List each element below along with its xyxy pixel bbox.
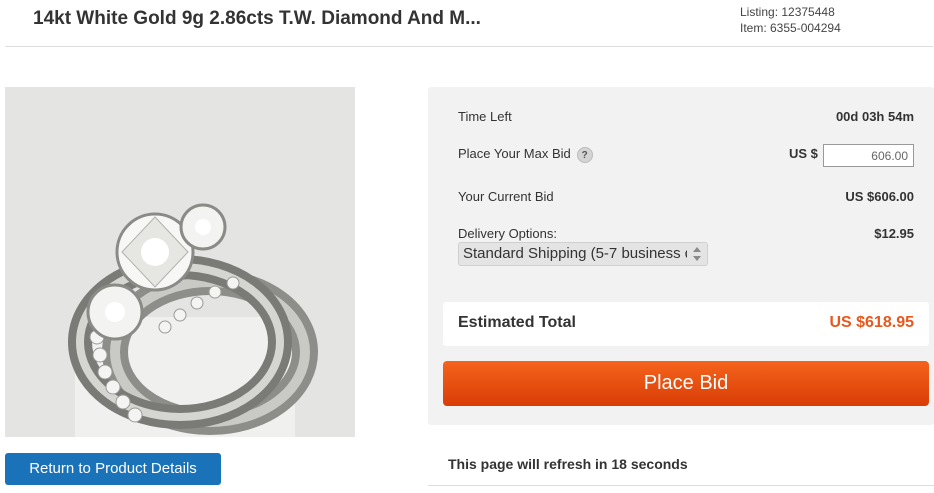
refresh-notice: This page will refresh in 18 seconds xyxy=(448,456,688,472)
estimated-total-label: Estimated Total xyxy=(458,314,576,331)
max-bid-label: Place Your Max Bid xyxy=(458,146,571,161)
question-mark-icon[interactable]: ? xyxy=(576,146,593,163)
delivery-selected-value: Standard Shipping (5-7 business d xyxy=(463,245,694,262)
delivery-options-label: Delivery Options: xyxy=(458,226,557,241)
footer-divider xyxy=(428,485,934,486)
max-bid-input[interactable] xyxy=(823,144,914,167)
bid-panel: Time Left 00d 03h 54m Place Your Max Bid… xyxy=(428,87,934,425)
time-left-label: Time Left xyxy=(458,109,512,124)
listing-number: Listing: 12375448 xyxy=(740,5,835,19)
listing-meta: Listing: 12375448 Item: 6355-004294 xyxy=(740,4,841,36)
time-left-value: 00d 03h 54m xyxy=(835,109,914,124)
delivery-cost: $12.95 xyxy=(874,226,914,241)
return-to-product-details-button[interactable]: Return to Product Details xyxy=(5,453,221,485)
header-divider xyxy=(5,46,933,47)
currency-label: US $ xyxy=(789,146,818,161)
place-bid-button[interactable]: Place Bid xyxy=(443,361,929,406)
ring-image xyxy=(5,87,355,437)
estimated-total-value: US $618.95 xyxy=(829,314,914,331)
item-number: Item: 6355-004294 xyxy=(740,21,841,35)
select-arrows-icon xyxy=(687,243,707,265)
product-title: 14kt White Gold 9g 2.86cts T.W. Diamond … xyxy=(33,8,481,29)
max-bid-row: Place Your Max Bid? xyxy=(458,146,593,163)
current-bid-value: US $606.00 xyxy=(845,189,914,204)
product-photo xyxy=(5,87,355,437)
current-bid-label: Your Current Bid xyxy=(458,189,554,204)
estimated-total-box: Estimated Total US $618.95 xyxy=(443,302,929,346)
delivery-options-select[interactable]: Standard Shipping (5-7 business d xyxy=(458,242,708,266)
